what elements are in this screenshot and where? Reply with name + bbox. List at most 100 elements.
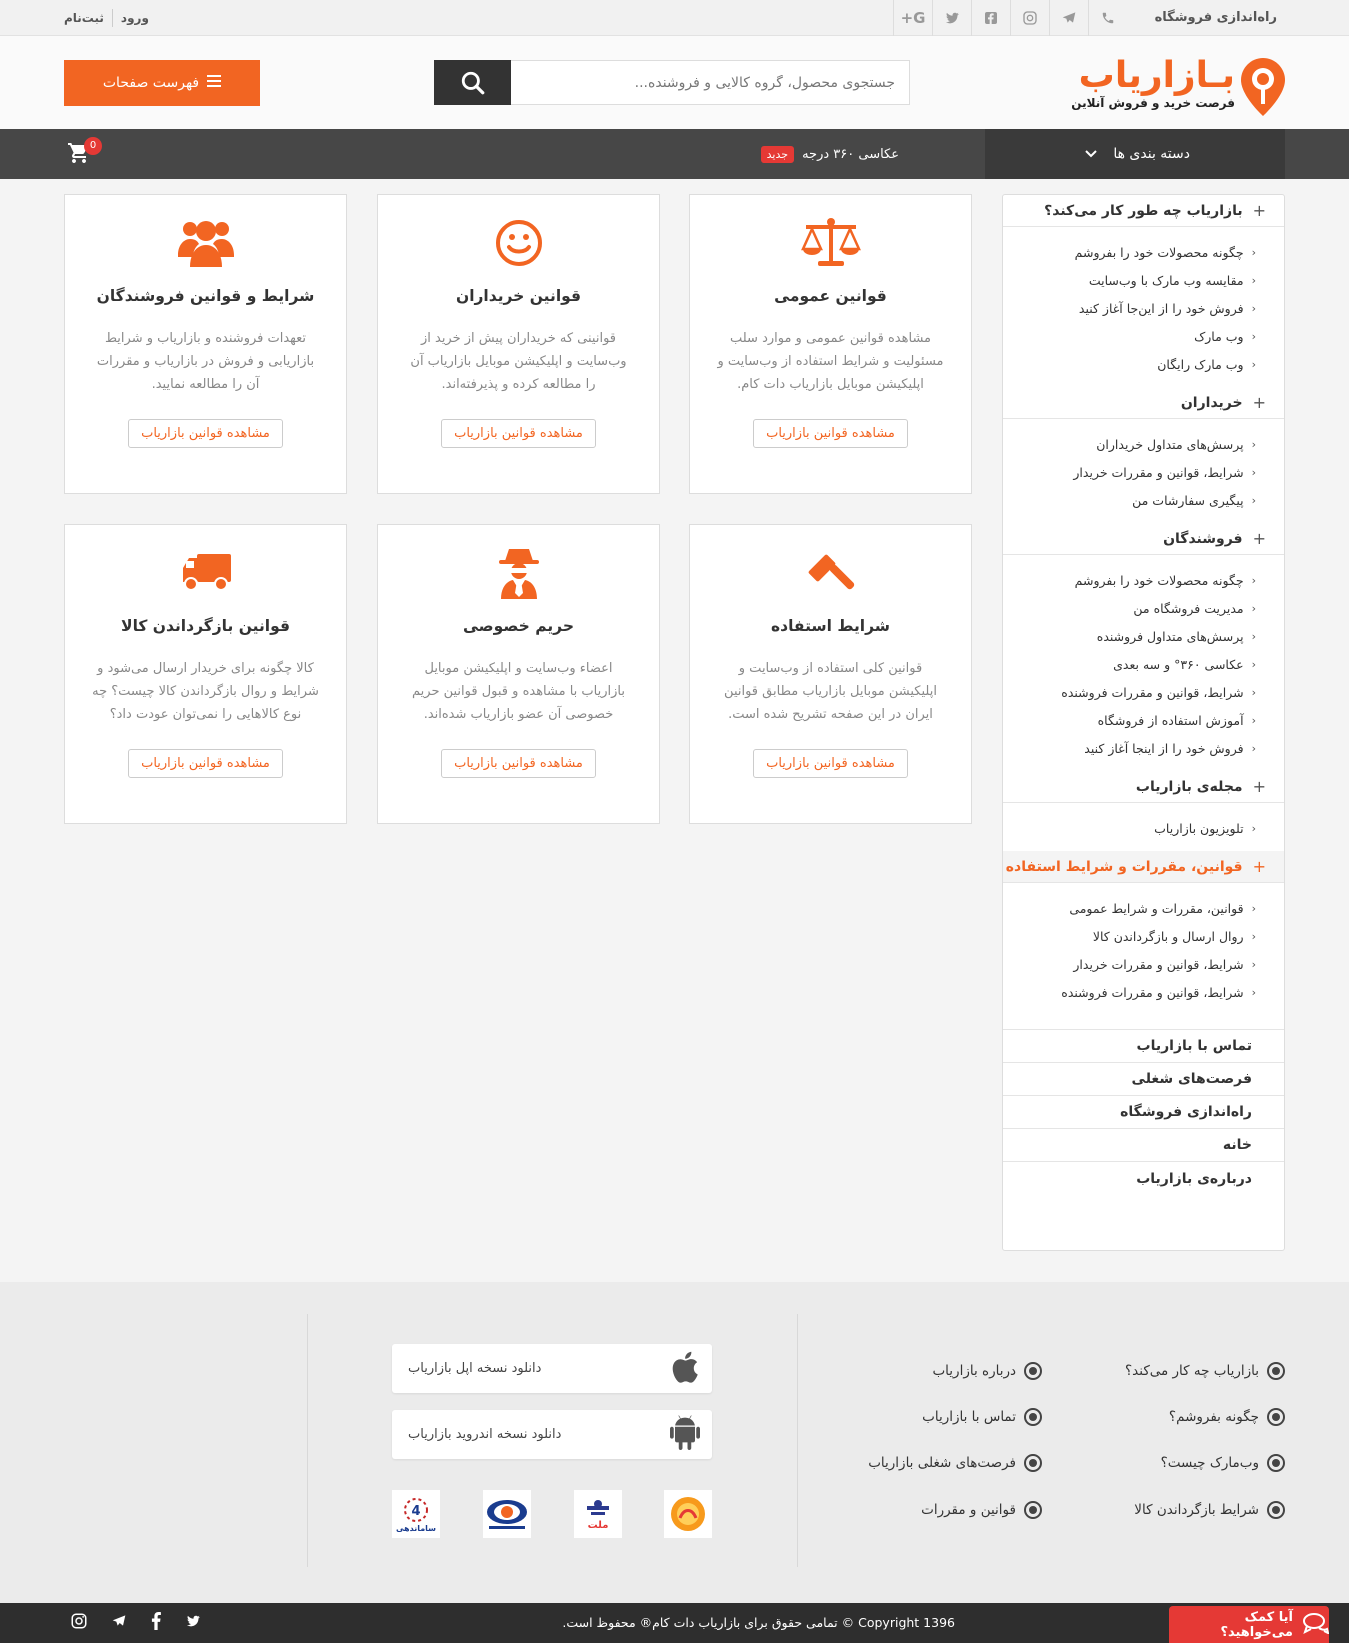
view-rules-button[interactable]: مشاهده قوانین بازاریاب — [441, 419, 596, 448]
photo360-label: عکاسی ۳۶۰ درجه — [802, 146, 899, 162]
login-link[interactable]: ورود — [121, 11, 149, 25]
card-title: قوانین خریداران — [455, 287, 582, 305]
sidebar-item[interactable]: ‹ شرایط، قوانین و مقررات خریدار — [1003, 950, 1284, 978]
plus-icon: + — [1252, 529, 1266, 548]
help-sidebar: + بازاریاب چه طور کار می‌کند؟ ‹ چگونه محصو… — [1002, 194, 1285, 1251]
twitter-icon[interactable] — [184, 1613, 202, 1633]
sidebar-item[interactable]: ‹ روال ارسال و بازگرداندن کالا — [1003, 922, 1284, 950]
telegram-icon[interactable] — [1049, 0, 1088, 36]
chevron-left-icon: ‹ — [1251, 301, 1256, 315]
section-title-text: بازاریاب چه طور کار می‌کند؟ — [1044, 202, 1243, 219]
phone-icon[interactable] — [1088, 0, 1127, 36]
sidebar-section-title[interactable]: + بازاریاب چه طور کار می‌کند؟ — [1003, 195, 1284, 227]
sidebar-link-jobs[interactable]: فرصت‌های شغلی — [1003, 1063, 1284, 1096]
sidebar-link-home[interactable]: خانه — [1003, 1129, 1284, 1162]
footer-link[interactable]: وب‌مارک چیست؟ — [1161, 1454, 1285, 1472]
footer-link[interactable]: فرصت‌های شغلی بازاریاب — [868, 1454, 1042, 1472]
footer: بازاریاب چه کار می‌کند؟ چگونه بفروشم؟ وب… — [0, 1282, 1349, 1603]
sidebar-item[interactable]: ‹ آموزش استفاده از فروشگاه — [1003, 706, 1284, 734]
instagram-icon[interactable] — [1010, 0, 1049, 36]
nav-item-photo360[interactable]: عکاسی ۳۶۰ درجه جدید — [760, 129, 899, 179]
google-plus-icon[interactable]: G+ — [893, 0, 932, 36]
footer-link[interactable]: شرایط بازگرداندن کالا — [1134, 1501, 1285, 1519]
sidebar-section-title[interactable]: + فروشندگان — [1003, 523, 1284, 555]
view-rules-button[interactable]: مشاهده قوانین بازاریاب — [128, 419, 283, 448]
sidebar-item[interactable]: ‹ شرایط، قوانین و مقررات فروشنده — [1003, 978, 1284, 1006]
card-description: اعضاء وب‌سایت و اپلیکیشن موبایل بازاریاب… — [412, 661, 625, 722]
sidebar-item[interactable]: ‹ عکاسی ۳۶۰° و سه بعدی — [1003, 650, 1284, 678]
tech-org-badge[interactable] — [483, 1490, 531, 1538]
telegram-icon[interactable] — [110, 1613, 128, 1633]
sidebar-item-label: وب مارک — [1194, 328, 1244, 344]
help-chat-button[interactable]: آیا کمک می‌خواهید؟ — [1169, 1606, 1330, 1643]
view-rules-button[interactable]: مشاهده قوانین بازاریاب — [753, 419, 908, 448]
sidebar-item[interactable]: ‹ وب مارک رایگان — [1003, 350, 1284, 378]
site-logo[interactable]: بـازاریاب فرصت خرید و فروش آنلاین — [1071, 54, 1285, 116]
top-bar: راه‌اندازی فروشگاه G+ ورود ثبت‌نام — [0, 0, 1349, 36]
chevron-down-icon — [1085, 146, 1098, 162]
sidebar-section-title-active[interactable]: + قوانین، مقررات و شرایط استفاده — [1003, 851, 1284, 883]
chevron-left-icon: ‹ — [1251, 901, 1256, 915]
pages-menu-button[interactable]: فهرست صفحات — [64, 60, 260, 106]
sidebar-item[interactable]: ‹ وب مارک — [1003, 322, 1284, 350]
footer-link[interactable]: درباره بازاریاب — [932, 1362, 1042, 1380]
chevron-left-icon: ‹ — [1251, 245, 1256, 259]
sidebar-link-launch-store[interactable]: راه‌اندازی فروشگاه — [1003, 1096, 1284, 1129]
footer-link[interactable]: تماس با بازاریاب — [922, 1408, 1042, 1426]
sidebar-item-label: پرسش‌های متداول خریداران — [1096, 436, 1244, 452]
chevron-left-icon: ‹ — [1251, 493, 1256, 507]
view-rules-button[interactable]: مشاهده قوانین بازاریاب — [753, 749, 908, 778]
footer-link[interactable]: بازاریاب چه کار می‌کند؟ — [1125, 1362, 1285, 1380]
sidebar-item[interactable]: ‹ فروش خود را از اینجا آغاز کنید — [1003, 734, 1284, 762]
mellat-badge[interactable]: ملت — [574, 1490, 622, 1538]
logo-wordmark: بـازاریاب — [1079, 54, 1235, 98]
sidebar-item[interactable]: ‹ مدیریت فروشگاه من — [1003, 594, 1284, 622]
facebook-icon[interactable] — [971, 0, 1010, 36]
card-title: قوانین بازگرداندن کالا — [121, 617, 290, 635]
android-download-label: دانلود نسخه اندروید بازاریاب — [408, 1427, 562, 1442]
rules-cards-grid: قوانین عمومی مشاهده قوانین عمومی و موارد… — [64, 194, 972, 824]
register-link[interactable]: ثبت‌نام — [64, 11, 104, 25]
enamad-badge[interactable] — [664, 1490, 712, 1538]
view-rules-button[interactable]: مشاهده قوانین بازاریاب — [441, 749, 596, 778]
sidebar-item[interactable]: ‹ قوانین، مقررات و شرایط عمومی — [1003, 894, 1284, 922]
sidebar-item[interactable]: ‹ پرسش‌های متداول خریداران — [1003, 430, 1284, 458]
copyright-text: Copyright 1396 © تمامی حقوق برای بازاریا… — [562, 1615, 955, 1630]
sidebar-item[interactable]: ‹ پرسش‌های متداول فروشنده — [1003, 622, 1284, 650]
plus-icon: + — [1252, 857, 1266, 876]
search-input[interactable] — [511, 60, 910, 105]
facebook-icon[interactable] — [150, 1612, 162, 1634]
android-download-button[interactable]: دانلود نسخه اندروید بازاریاب — [392, 1410, 712, 1459]
cart-button[interactable]: 0 — [62, 137, 102, 169]
sidebar-section-title[interactable]: + خریداران — [1003, 387, 1284, 419]
sidebar-section-title[interactable]: + مجله‌ی بازاریاب — [1003, 771, 1284, 803]
search-button[interactable] — [434, 60, 511, 105]
sidebar-section: + مجله‌ی بازاریاب ‹ تلویزیون بازاریاب — [1003, 771, 1284, 851]
sidebar-item[interactable]: ‹ تلویزیون بازاریاب — [1003, 814, 1284, 842]
footer-link-label: درباره بازاریاب — [932, 1363, 1016, 1379]
twitter-icon[interactable] — [932, 0, 971, 36]
sidebar-link-about[interactable]: درباره‌ی بازاریاب — [1003, 1162, 1284, 1195]
sidebar-section: + بازاریاب چه طور کار می‌کند؟ ‹ چگونه محصو… — [1003, 195, 1284, 387]
radio-dot-icon — [1267, 1362, 1285, 1380]
launch-store-link[interactable]: راه‌اندازی فروشگاه — [1155, 0, 1277, 36]
sidebar-item[interactable]: ‹ فروش خود را از این‌جا آغاز کنید — [1003, 294, 1284, 322]
sidebar-item[interactable]: ‹ چگونه محصولات خود را بفروشم — [1003, 238, 1284, 266]
samandehi-badge[interactable]: 4 ساماندهی — [392, 1490, 440, 1538]
apple-download-button[interactable]: دانلود نسخه اپل بازاریاب — [392, 1344, 712, 1393]
header: بـازاریاب فرصت خرید و فروش آنلاین فهرست … — [0, 36, 1349, 129]
sidebar-item[interactable]: ‹ چگونه محصولات خود را بفروشم — [1003, 566, 1284, 594]
footer-link[interactable]: قوانین و مقررات — [921, 1501, 1042, 1519]
sidebar-link-contact[interactable]: تماس با بازاریاب — [1003, 1030, 1284, 1063]
sidebar-section: + خریداران ‹ پرسش‌های متداول خریداران ‹ شرا… — [1003, 387, 1284, 523]
sidebar-item[interactable]: ‹ شرایط، قوانین و مقررات فروشنده — [1003, 678, 1284, 706]
rules-card: قوانین خریداران قوانینی که خریداران پیش … — [377, 194, 660, 494]
sidebar-item[interactable]: ‹ شرایط، قوانین و مقررات خریدار — [1003, 458, 1284, 486]
sidebar-item[interactable]: ‹ مقایسه وب مارک با وب‌سایت — [1003, 266, 1284, 294]
categories-dropdown[interactable]: دسته بندی ها — [985, 129, 1285, 179]
view-rules-button[interactable]: مشاهده قوانین بازاریاب — [128, 749, 283, 778]
footer-link[interactable]: چگونه بفروشم؟ — [1169, 1408, 1285, 1426]
instagram-icon[interactable] — [70, 1612, 88, 1634]
chevron-left-icon: ‹ — [1251, 357, 1256, 371]
sidebar-item[interactable]: ‹ پیگیری سفارشات من — [1003, 486, 1284, 514]
